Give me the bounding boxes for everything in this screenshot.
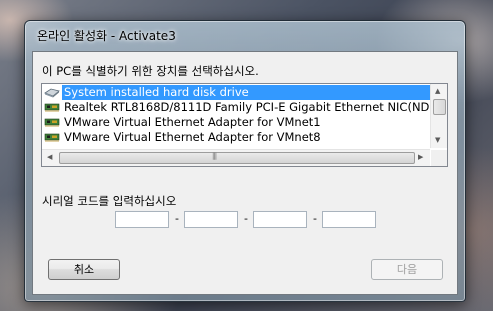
device-list-vertical-scrollbar[interactable]: ▲ ▼ — [430, 84, 447, 148]
hard-disk-icon — [44, 88, 60, 98]
serial-code-label: 시리얼 코드를 입력하십시오 — [42, 194, 177, 208]
scrollbar-corner — [431, 150, 447, 166]
scroll-right-icon[interactable]: ▶ — [418, 153, 423, 161]
scroll-down-icon[interactable]: ▼ — [435, 136, 440, 144]
device-item[interactable]: VMware Virtual Ethernet Adapter for VMne… — [43, 115, 430, 130]
device-instructions: 이 PC를 식별하기 위한 장치를 선택하십시오. — [42, 64, 259, 78]
window-title: 온라인 활성화 - Activate3 — [37, 29, 176, 43]
network-adapter-icon — [44, 103, 60, 112]
serial-field-2[interactable] — [184, 211, 238, 228]
scroll-grip-icon: ||| — [212, 152, 217, 160]
dialog-content: 이 PC를 식별하기 위한 장치를 선택하십시오. System install… — [32, 51, 458, 295]
scroll-up-icon[interactable]: ▲ — [435, 87, 440, 95]
device-item[interactable]: System installed hard disk drive — [43, 85, 430, 100]
serial-separator: - — [313, 212, 317, 225]
serial-field-3[interactable] — [253, 211, 307, 228]
next-button[interactable]: 다음 — [371, 259, 443, 280]
device-item-label: VMware Virtual Ethernet Adapter for VMne… — [64, 115, 321, 129]
device-list[interactable]: System installed hard disk drive Realtek… — [41, 83, 448, 167]
device-list-horizontal-scrollbar[interactable]: ◀ ||| ▶ — [42, 149, 430, 166]
vertical-scroll-thumb[interactable] — [433, 99, 446, 115]
network-adapter-icon — [44, 133, 60, 142]
cancel-button[interactable]: 취소 — [48, 259, 120, 280]
device-item-label: VMware Virtual Ethernet Adapter for VMne… — [64, 130, 321, 144]
device-item[interactable]: VMware Virtual Ethernet Adapter for VMne… — [43, 130, 430, 145]
device-item-label: Realtek RTL8168D/8111D Family PCI-E Giga… — [64, 100, 430, 114]
title-bar[interactable]: 온라인 활성화 - Activate3 — [25, 21, 465, 47]
device-item-label: System installed hard disk drive — [62, 85, 430, 100]
device-list-rows: System installed hard disk drive Realtek… — [42, 84, 430, 148]
serial-separator: - — [244, 212, 248, 225]
horizontal-scroll-thumb[interactable] — [59, 152, 415, 164]
serial-field-1[interactable] — [115, 211, 169, 228]
device-item[interactable]: Realtek RTL8168D/8111D Family PCI-E Giga… — [43, 100, 430, 115]
serial-field-4[interactable] — [322, 211, 376, 228]
network-adapter-icon — [44, 118, 60, 127]
activation-dialog: 온라인 활성화 - Activate3 이 PC를 식별하기 위한 장치를 선택… — [24, 20, 466, 302]
serial-separator: - — [175, 212, 179, 225]
scroll-left-icon[interactable]: ◀ — [47, 153, 52, 161]
